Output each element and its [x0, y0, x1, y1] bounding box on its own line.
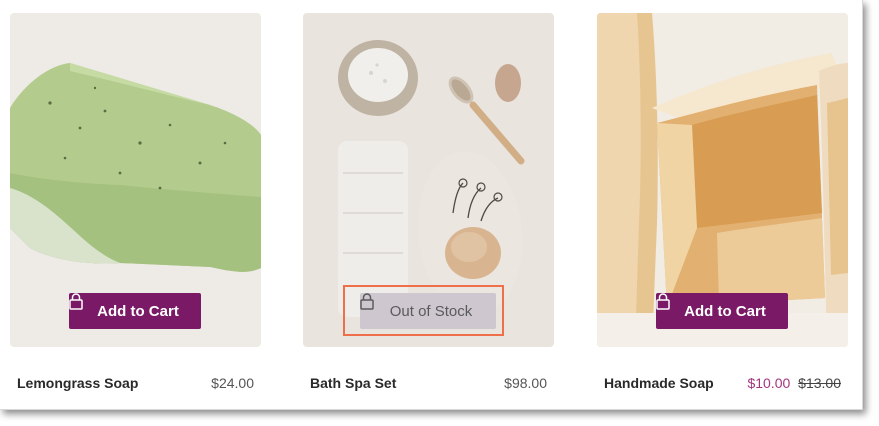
product-card-bath-spa-set[interactable]: Out of Stock Bath Spa Set $98.00: [303, 13, 554, 391]
product-info: Lemongrass Soap $24.00: [17, 375, 254, 391]
product-card-lemongrass-soap[interactable]: Add to Cart Lemongrass Soap $24.00: [10, 13, 261, 391]
add-to-cart-button[interactable]: Add to Cart: [656, 293, 788, 329]
price-group: $10.00 $13.00: [747, 375, 841, 391]
highlight-box: [343, 285, 504, 336]
product-info: Handmade Soap $10.00 $13.00: [604, 375, 841, 391]
add-to-cart-button[interactable]: Add to Cart: [69, 293, 201, 329]
product-name[interactable]: Handmade Soap: [604, 375, 714, 391]
original-price: $13.00: [798, 375, 841, 391]
sale-price: $10.00: [747, 375, 791, 391]
add-to-cart-label: Add to Cart: [684, 302, 766, 320]
product-name[interactable]: Lemongrass Soap: [17, 375, 138, 391]
product-gallery-window: Add to Cart Lemongrass Soap $24.00 Out o…: [0, 0, 863, 410]
product-image-lemongrass-soap[interactable]: Add to Cart: [10, 13, 261, 347]
product-price: $24.00: [211, 375, 254, 391]
product-image-handmade-soap[interactable]: Add to Cart: [597, 13, 848, 347]
add-to-cart-label: Add to Cart: [97, 302, 179, 320]
product-price: $98.00: [504, 375, 547, 391]
product-name[interactable]: Bath Spa Set: [310, 375, 396, 391]
product-info: Bath Spa Set $98.00: [310, 375, 547, 391]
product-card-handmade-soap[interactable]: Add to Cart Handmade Soap $10.00 $13.00: [597, 13, 848, 391]
product-image-bath-spa-set[interactable]: Out of Stock: [303, 13, 554, 347]
